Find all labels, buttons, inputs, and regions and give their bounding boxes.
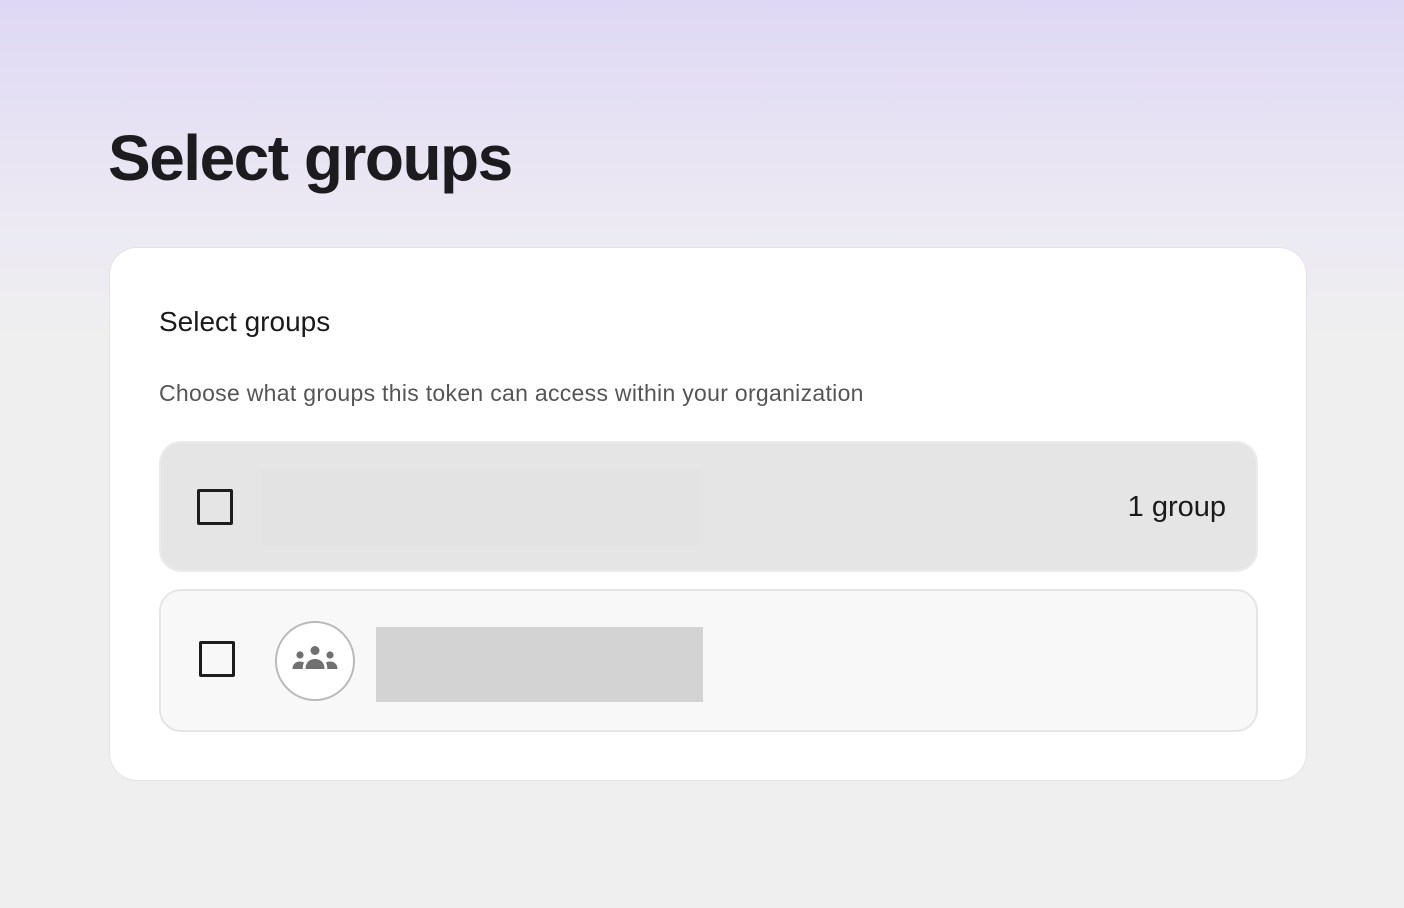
loading-placeholder (261, 469, 701, 545)
group-name-placeholder (376, 627, 703, 702)
group-avatar (275, 621, 355, 701)
card-subtitle: Choose what groups this token can access… (159, 380, 864, 406)
group-checkbox[interactable] (199, 641, 235, 677)
select-all-row[interactable]: 1 group (159, 441, 1258, 572)
select-all-checkbox[interactable] (197, 489, 233, 525)
group-icon (291, 645, 339, 678)
group-row[interactable] (159, 589, 1258, 732)
card-title: Select groups (159, 306, 331, 337)
page-title: Select groups (108, 122, 513, 194)
group-count: 1 group (1127, 491, 1226, 523)
select-groups-card: Select groups Choose what groups this to… (109, 247, 1307, 781)
